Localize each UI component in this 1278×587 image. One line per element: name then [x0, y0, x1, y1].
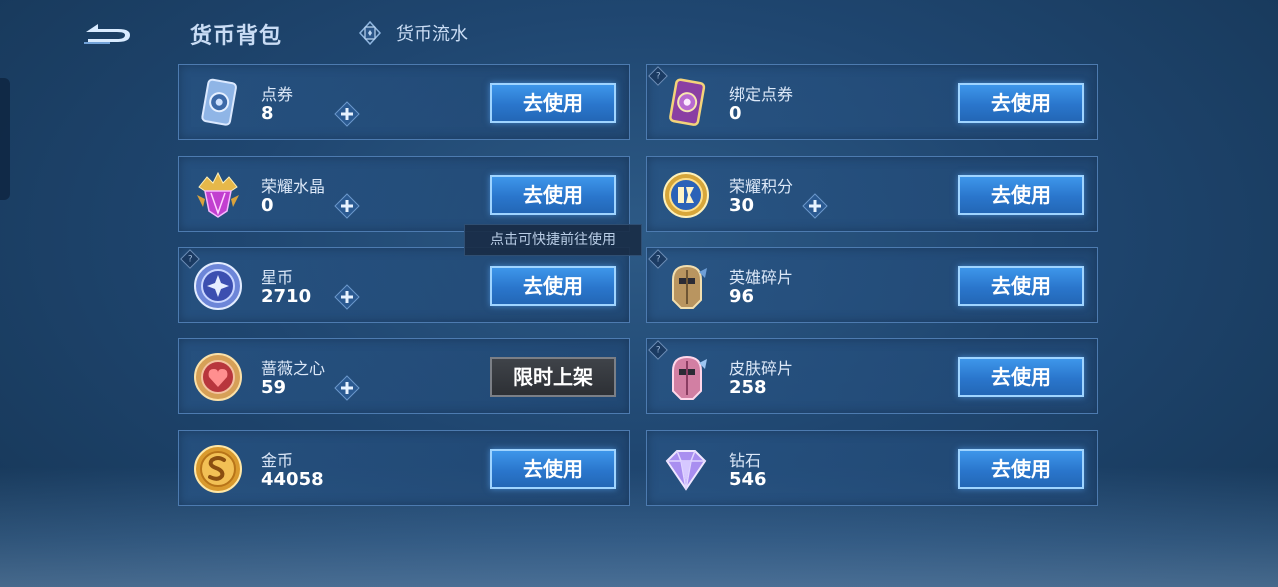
currency-flow-link[interactable]: 货币流水	[358, 20, 468, 46]
hero-shard-icon	[672, 264, 707, 309]
ledger-icon	[358, 21, 382, 45]
currency-name: 绑定点券	[729, 85, 794, 104]
honor-points-icon	[663, 172, 709, 218]
currency-name: 点券	[261, 85, 294, 104]
use-hero-shard-button[interactable]: 去使用	[958, 266, 1084, 306]
side-drawer-handle[interactable]	[0, 78, 10, 200]
header-bar: 货币背包 货币流水	[0, 14, 1278, 54]
honor-crystal-icon	[197, 171, 239, 218]
gold-coin-icon	[194, 445, 242, 493]
currency-card-star-coin: ? 星币 2710 去使用	[178, 247, 630, 323]
currency-card-gold: 金币 44058 去使用	[178, 430, 630, 506]
add-honor-points-plus-icon[interactable]	[802, 193, 828, 219]
currency-value: 8	[261, 103, 274, 124]
add-star-coin-plus-icon[interactable]	[334, 284, 360, 310]
currency-flow-label: 货币流水	[396, 24, 468, 45]
currency-card-diamond: 钻石 546 去使用	[646, 430, 1098, 506]
currency-card-hero-shard: ? 英雄碎片 96 去使用	[646, 247, 1098, 323]
use-bound-coupon-button[interactable]: 去使用	[958, 83, 1084, 123]
use-coupon-button[interactable]: 去使用	[490, 83, 616, 123]
add-honor-crystal-plus-icon[interactable]	[334, 193, 360, 219]
currency-value: 96	[729, 286, 755, 307]
quick-use-tooltip: 点击可快捷前往使用	[464, 224, 642, 256]
currency-name: 皮肤碎片	[729, 359, 794, 378]
back-arrow-icon	[84, 24, 130, 44]
currency-name: 蔷薇之心	[261, 359, 326, 378]
currency-name: 星币	[261, 268, 294, 287]
use-star-coin-button[interactable]: 去使用	[490, 266, 616, 306]
skin-shard-icon	[672, 355, 707, 400]
currency-card-coupon: 点券 8 去使用	[178, 64, 630, 140]
currency-value: 546	[729, 469, 767, 490]
rose-heart-icon	[194, 353, 242, 401]
currency-name: 金币	[261, 451, 294, 470]
currency-value: 0	[729, 103, 742, 124]
coupon-icon	[201, 78, 237, 126]
currency-name: 荣耀水晶	[261, 177, 326, 196]
currency-card-skin-shard: ? 皮肤碎片 258 去使用	[646, 338, 1098, 414]
back-button[interactable]	[80, 18, 134, 48]
page-title: 货币背包	[190, 24, 283, 49]
star-coin-icon	[194, 262, 242, 310]
currency-value: 2710	[261, 286, 312, 307]
currency-value: 30	[729, 195, 755, 216]
currency-value: 44058	[261, 469, 324, 490]
use-honor-crystal-button[interactable]: 去使用	[490, 175, 616, 215]
currency-name: 英雄碎片	[729, 268, 794, 287]
currency-name: 荣耀积分	[729, 177, 794, 196]
currency-value: 0	[261, 195, 274, 216]
add-rose-heart-plus-icon[interactable]	[334, 375, 360, 401]
diamond-icon	[665, 450, 707, 491]
add-coupon-plus-icon[interactable]	[334, 101, 360, 127]
use-skin-shard-button[interactable]: 去使用	[958, 357, 1084, 397]
limited-time-button[interactable]: 限时上架	[490, 357, 616, 397]
currency-card-bound-coupon: ? 绑定点券 0 去使用	[646, 64, 1098, 140]
currency-name: 钻石	[729, 451, 762, 470]
bound-coupon-icon	[669, 78, 706, 126]
currency-card-honor-points: 荣耀积分 30 去使用	[646, 156, 1098, 232]
currency-card-rose-heart: 蔷薇之心 59 限时上架	[178, 338, 630, 414]
use-honor-points-button[interactable]: 去使用	[958, 175, 1084, 215]
use-gold-button[interactable]: 去使用	[490, 449, 616, 489]
use-diamond-button[interactable]: 去使用	[958, 449, 1084, 489]
currency-value: 59	[261, 377, 287, 398]
currency-value: 258	[729, 377, 767, 398]
currency-card-honor-crystal: 荣耀水晶 0 去使用	[178, 156, 630, 232]
